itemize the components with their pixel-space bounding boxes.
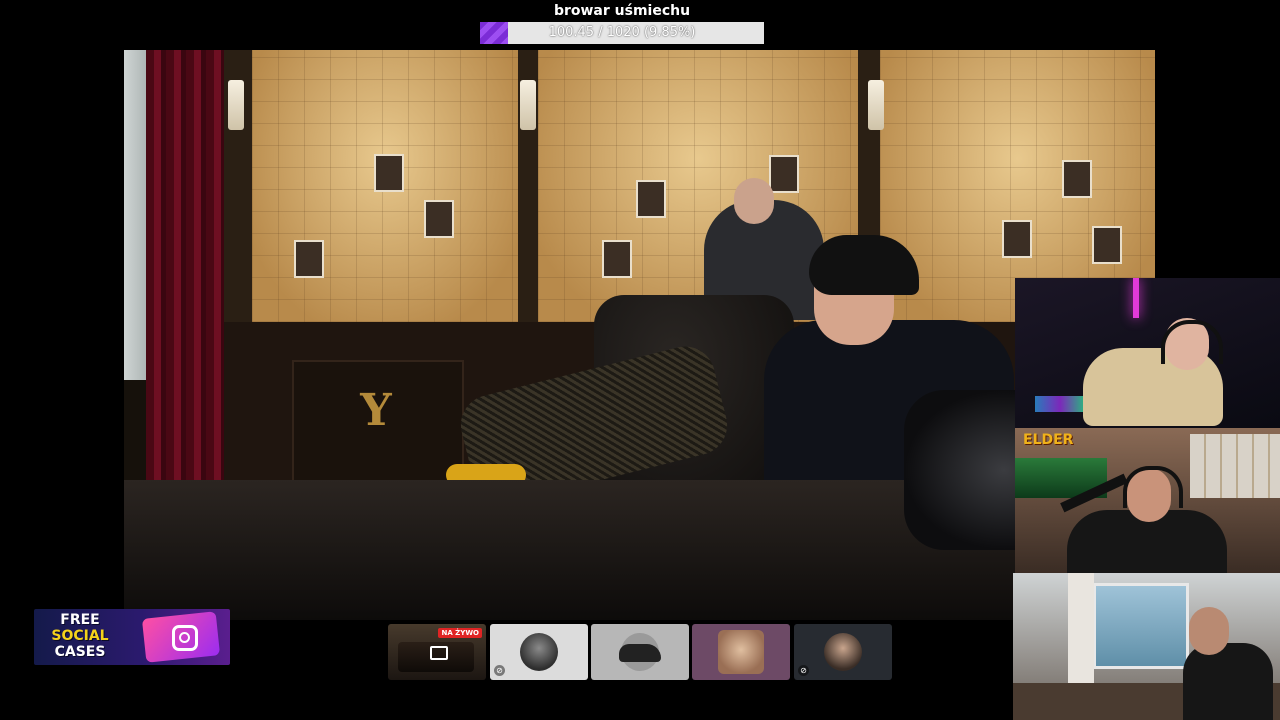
main-stream-video[interactable]: Y (124, 50, 1155, 620)
goal-title: browar uśmiechu (553, 3, 691, 19)
webcam-1[interactable] (1015, 278, 1280, 428)
person-standing-head (734, 178, 774, 224)
map-photo (424, 200, 454, 238)
window (1093, 583, 1189, 669)
map-photo (602, 240, 632, 278)
headphones (1161, 320, 1223, 364)
avatar (718, 630, 764, 674)
car-avatar (619, 644, 661, 662)
wall-lamp (868, 80, 884, 130)
promo-line-3: CASES (54, 644, 106, 660)
elder-logo: ELDER (1023, 432, 1074, 448)
keyboard (1035, 396, 1085, 412)
participant-tile-4[interactable] (692, 624, 790, 680)
promo-line-1: FREE (60, 612, 100, 628)
map-photo (769, 155, 799, 193)
promo-text: FREE SOCIAL CASES (40, 612, 120, 660)
curtain (146, 50, 224, 480)
webcam-3[interactable] (1013, 573, 1280, 720)
curtain (1068, 573, 1094, 683)
participant-tile-5[interactable]: ⊘ (794, 624, 892, 680)
avatar (824, 633, 862, 671)
free-social-cases-banner[interactable]: FREE SOCIAL CASES (34, 609, 230, 665)
participant-tile-live[interactable]: NA ŻYWO (388, 624, 486, 680)
emblem: Y (360, 385, 392, 436)
map-photo (374, 154, 404, 192)
streamer-head (1189, 607, 1229, 655)
map-photo (1002, 220, 1032, 258)
live-badge: NA ŻYWO (438, 628, 482, 638)
goal-progress-text: 100.45 / 1020 (9.85%) (548, 25, 696, 40)
map-photo (1062, 160, 1092, 198)
rgb-light (1133, 278, 1139, 318)
shelf (1190, 434, 1280, 498)
map-photo (294, 240, 324, 278)
avatar (520, 633, 558, 671)
wall-lamp (228, 80, 244, 130)
promo-line-2: SOCIAL (51, 628, 109, 644)
participant-tile-2[interactable]: ⊘ (490, 624, 588, 680)
map-photo (636, 180, 666, 218)
webcam-2[interactable]: ELDER (1015, 428, 1280, 573)
mic-muted-icon: ⊘ (798, 665, 809, 676)
screen-share-icon (430, 646, 448, 660)
mic-muted-icon: ⊘ (494, 665, 505, 676)
streamer-body (1183, 643, 1273, 720)
goal-progress-bar: 100.45 / 1020 (9.85%) (480, 22, 764, 44)
wall-lamp (520, 80, 536, 130)
headphones (1123, 466, 1183, 508)
instagram-icon (172, 625, 198, 651)
map-photo (1092, 226, 1122, 264)
participant-tile-3[interactable] (591, 624, 689, 680)
